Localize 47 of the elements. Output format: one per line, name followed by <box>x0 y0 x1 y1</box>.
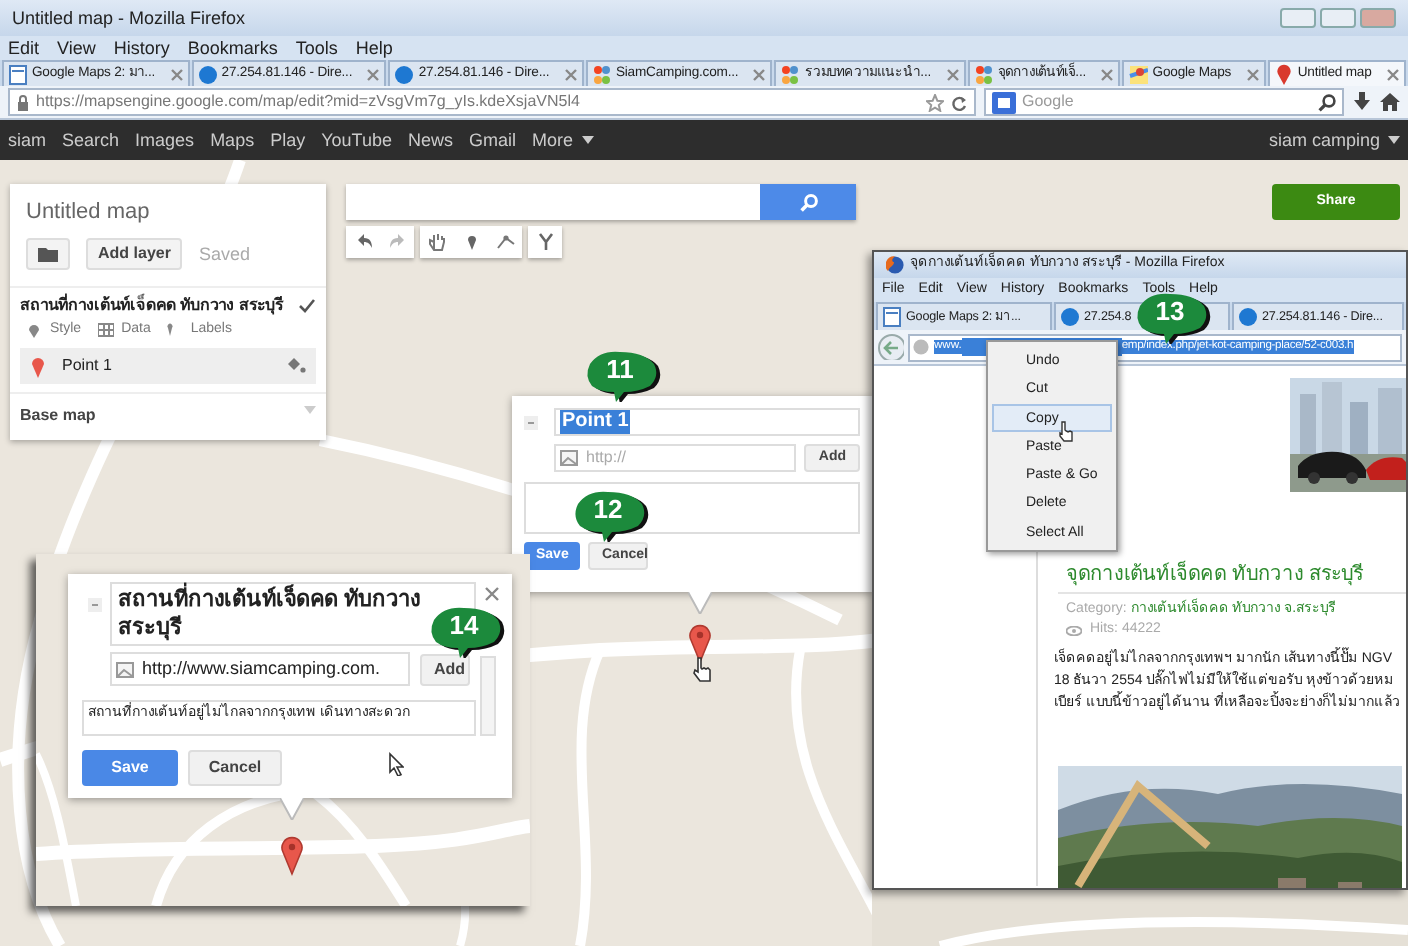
document-icon <box>8 63 28 85</box>
menu-item[interactable]: View <box>57 37 96 59</box>
caret-icon <box>1388 135 1400 144</box>
close-icon[interactable] <box>169 67 184 81</box>
nav-link[interactable]: Maps <box>210 129 255 151</box>
search-engine-icon[interactable] <box>992 91 1016 113</box>
maximize-button[interactable] <box>1320 8 1356 28</box>
account-menu[interactable]: siam camping <box>1268 129 1400 151</box>
menu-item[interactable]: Help <box>355 37 393 59</box>
close-icon[interactable] <box>945 67 960 81</box>
url-text: https://mapsengine.google.com/map/edit?mid=zVsgVm7g_yIs.kdeXsjaVN5l4 <box>36 92 582 112</box>
download-icon[interactable] <box>1352 92 1372 112</box>
puzzle-logo-icon <box>973 63 994 85</box>
reload-icon[interactable] <box>950 93 968 111</box>
nav-link[interactable]: siam <box>8 129 47 151</box>
home-icon[interactable] <box>1380 92 1400 112</box>
menu-item[interactable]: Tools <box>295 37 338 59</box>
map-icon <box>1128 63 1149 85</box>
minimize-button[interactable] <box>1280 8 1316 28</box>
globe-icon <box>394 63 415 85</box>
menu-item[interactable]: Bookmarks <box>187 37 278 59</box>
nav-link[interactable]: Play <box>270 129 306 151</box>
search-icon[interactable] <box>1318 93 1336 111</box>
address-field[interactable]: https://mapsengine.google.com/map/edit?mid=zVsgVm7g_yIs.kdeXsjaVN5l4 <box>8 88 976 116</box>
puzzle-logo-icon <box>591 63 612 85</box>
close-icon[interactable] <box>1386 67 1401 81</box>
close-icon[interactable] <box>1245 67 1260 81</box>
nav-link[interactable]: News <box>407 129 453 151</box>
close-icon[interactable] <box>563 67 578 81</box>
lock-icon <box>16 93 30 111</box>
nav-link[interactable]: Search <box>62 129 120 151</box>
close-icon[interactable] <box>366 67 381 81</box>
close-icon[interactable] <box>1100 67 1115 81</box>
puzzle-logo-icon <box>780 63 801 85</box>
nav-link[interactable]: Gmail <box>468 129 516 151</box>
window-title: Untitled map - Mozilla Firefox <box>12 7 248 29</box>
close-icon[interactable] <box>752 67 767 81</box>
caret-icon <box>581 135 594 144</box>
star-icon[interactable] <box>926 93 944 111</box>
menu-item[interactable]: Edit <box>8 37 40 59</box>
search-placeholder: Google <box>1022 92 1076 112</box>
menu-item[interactable]: History <box>113 37 170 59</box>
nav-link[interactable]: YouTube <box>321 129 392 151</box>
pin-icon <box>1273 63 1294 85</box>
nav-link[interactable]: More <box>532 129 594 151</box>
globe-icon <box>197 63 218 85</box>
nav-link[interactable]: Images <box>135 129 195 151</box>
